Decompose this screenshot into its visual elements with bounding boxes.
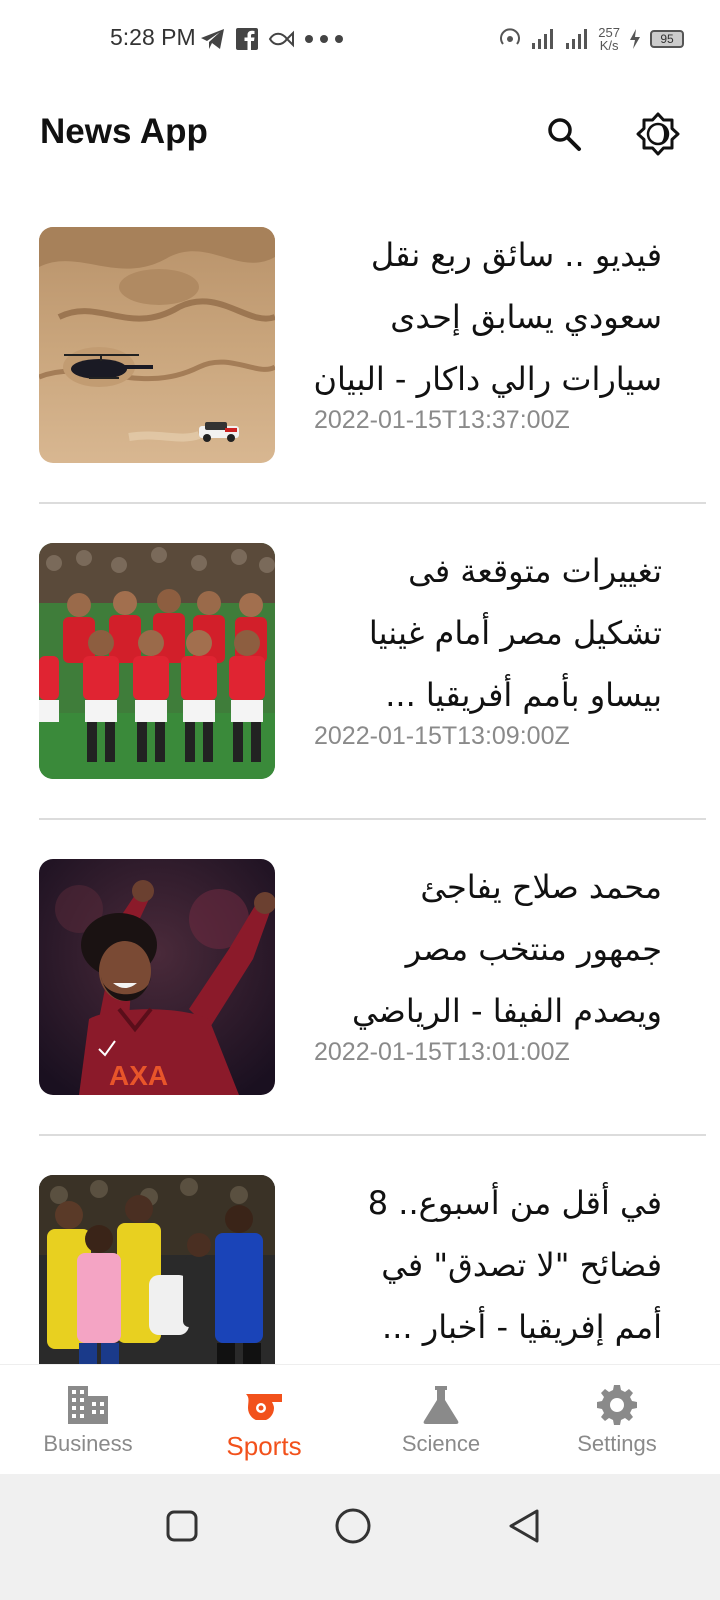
search-icon xyxy=(548,118,581,151)
nav-item-settings[interactable]: Settings xyxy=(529,1365,705,1475)
more-dots-icon xyxy=(305,35,343,43)
article-card[interactable]: تغييرات متوقعة فى تشكيل مصر أمام غينيا ب… xyxy=(0,516,720,832)
nav-label: Business xyxy=(43,1431,133,1456)
home-button[interactable] xyxy=(329,1502,377,1550)
network-speed: 257 K/s xyxy=(598,25,620,53)
fish-icon xyxy=(268,30,294,48)
whistle-icon xyxy=(246,1394,282,1420)
article-timestamp: 2022-01-15T13:01:00Z xyxy=(314,1038,570,1066)
article-timestamp: 2022-01-15T13:09:00Z xyxy=(314,722,570,750)
article-headline[interactable]: فيديو .. سائق ربع نقل سعودي يسابق إحدى س… xyxy=(312,224,662,410)
article-list[interactable]: فيديو .. سائق ربع نقل سعودي يسابق إحدى س… xyxy=(0,200,720,1364)
divider xyxy=(39,1134,706,1136)
status-time: 5:28 PM xyxy=(110,24,196,50)
article-timestamp: 2022-01-15T13:37:00Z xyxy=(314,406,570,434)
square-icon xyxy=(166,1510,198,1542)
article-thumbnail xyxy=(39,227,275,463)
facebook-icon xyxy=(236,28,258,50)
bottom-navigation: Business Sports Science Settings xyxy=(0,1364,720,1474)
search-button[interactable] xyxy=(540,110,588,158)
article-card[interactable]: فيديو .. سائق ربع نقل سعودي يسابق إحدى س… xyxy=(0,200,720,516)
article-headline[interactable]: في أقل من أسبوع.. 8 فضائح "لا تصدق" في أ… xyxy=(312,1172,662,1358)
building-icon xyxy=(68,1386,108,1424)
system-navigation-bar xyxy=(0,1474,720,1600)
brightness-icon xyxy=(636,112,680,156)
article-card[interactable]: AXA محمد صلاح يفاجئ جمهور منتخب مصر ويصد… xyxy=(0,832,720,1148)
nav-label: Settings xyxy=(577,1431,657,1456)
status-bar: 5:28 PM 257 K/s 95 xyxy=(0,0,720,78)
notification-icons xyxy=(200,26,344,52)
app-title: News App xyxy=(40,112,208,151)
battery-indicator: 95 xyxy=(650,30,684,48)
signal-icon-1 xyxy=(532,29,554,49)
triangle-back-icon xyxy=(509,1509,539,1543)
nav-item-sports[interactable]: Sports xyxy=(176,1365,352,1475)
signal-icon-2 xyxy=(566,29,588,49)
app-bar: News App xyxy=(0,90,720,180)
svg-text:AXA: AXA xyxy=(109,1060,168,1091)
nav-item-science[interactable]: Science xyxy=(353,1365,529,1475)
nav-label: Science xyxy=(401,1431,481,1456)
nav-label: Sports xyxy=(226,1431,302,1461)
nav-item-business[interactable]: Business xyxy=(0,1365,176,1475)
divider xyxy=(39,818,706,820)
charging-icon xyxy=(630,29,640,49)
hotspot-icon xyxy=(500,28,521,45)
article-thumbnail xyxy=(39,543,275,779)
divider xyxy=(39,502,706,504)
system-status: 257 K/s 95 xyxy=(498,22,684,56)
article-headline[interactable]: محمد صلاح يفاجئ جمهور منتخب مصر ويصدم ال… xyxy=(312,856,662,1042)
article-headline[interactable]: تغييرات متوقعة فى تشكيل مصر أمام غينيا ب… xyxy=(312,540,662,726)
gear-icon xyxy=(597,1385,637,1425)
recents-button[interactable] xyxy=(158,1502,206,1550)
flask-icon xyxy=(423,1386,459,1424)
article-thumbnail: AXA xyxy=(39,859,275,1095)
telegram-icon xyxy=(201,29,224,49)
circle-icon xyxy=(335,1508,371,1544)
theme-toggle-button[interactable] xyxy=(634,110,682,158)
back-button[interactable] xyxy=(500,1502,548,1550)
article-thumbnail xyxy=(39,1175,275,1364)
article-card[interactable]: في أقل من أسبوع.. 8 فضائح "لا تصدق" في أ… xyxy=(0,1148,720,1364)
